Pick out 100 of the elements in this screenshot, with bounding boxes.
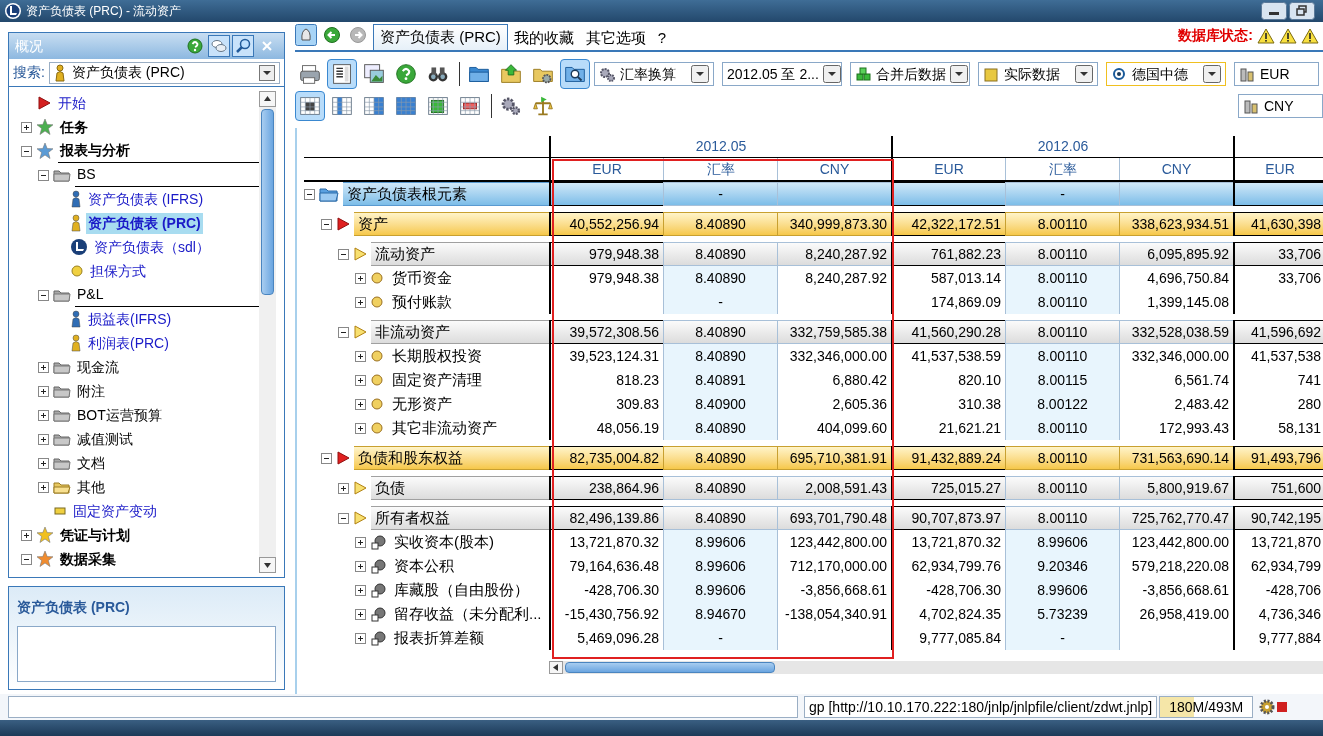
dropdown[interactable]: 合并后数据	[850, 62, 970, 86]
help-icon[interactable]	[184, 35, 206, 57]
tree-node[interactable]: BOT运营预算	[75, 404, 164, 426]
row-label[interactable]: 实收资本(股本)	[390, 530, 549, 554]
expand-icon[interactable]	[355, 272, 366, 284]
expand-icon[interactable]	[21, 121, 32, 133]
collapse-icon[interactable]	[321, 218, 332, 230]
collapse-icon[interactable]	[38, 289, 49, 301]
row-label[interactable]: 其它非流动资产	[388, 416, 549, 440]
tree-link[interactable]: 资产负债表 (IFRS)	[86, 188, 206, 210]
collapse-icon[interactable]	[321, 452, 332, 464]
tree-node[interactable]: 减值测试	[75, 428, 135, 450]
column-header[interactable]: EUR	[1233, 158, 1323, 180]
collapse-icon[interactable]	[338, 326, 349, 338]
row-label[interactable]: 无形资产	[388, 392, 549, 416]
expand-icon[interactable]	[355, 422, 366, 434]
search-icon[interactable]	[232, 35, 254, 57]
collapse-icon[interactable]	[304, 188, 315, 200]
column-header[interactable]: EUR	[891, 158, 1005, 180]
gear-icon[interactable]	[1259, 699, 1276, 715]
notes-field[interactable]	[17, 626, 276, 682]
scrollbar[interactable]	[259, 91, 276, 573]
expand-icon[interactable]	[355, 536, 366, 548]
tree-link[interactable]: 利润表(PRC)	[86, 332, 171, 354]
expand-icon[interactable]	[355, 350, 366, 362]
row-label[interactable]: 非流动资产	[371, 320, 549, 344]
row-label[interactable]: 负债和股东权益	[354, 446, 549, 470]
dropdown[interactable]: 汇率换算	[594, 62, 714, 86]
tree-link[interactable]: 担保方式	[88, 260, 148, 282]
tab[interactable]: 其它选项	[579, 26, 652, 50]
table-icon[interactable]	[295, 91, 325, 121]
tree-link[interactable]: 损益表(IFRS)	[86, 308, 174, 330]
row-label[interactable]: 预付账款	[388, 290, 549, 314]
dropdown[interactable]: EUR	[1234, 62, 1319, 86]
tree-node[interactable]: 凭证与计划	[58, 524, 132, 546]
column-header[interactable]: CNY	[1119, 158, 1233, 180]
expand-icon[interactable]	[38, 409, 49, 421]
dropdown[interactable]: 德国中德	[1106, 62, 1226, 86]
tab[interactable]: 资产负债表 (PRC)	[373, 24, 508, 50]
search-field[interactable]: 资产负债表 (PRC)	[48, 61, 280, 84]
tab[interactable]: 我的收藏	[507, 26, 580, 50]
row-label[interactable]: 资产负债表根元素	[343, 182, 549, 206]
column-header[interactable]: 汇率	[663, 158, 777, 180]
collapse-icon[interactable]	[21, 145, 32, 157]
row-label[interactable]: 固定资产清理	[388, 368, 549, 392]
folder-search-icon[interactable]	[560, 59, 590, 89]
dropdown[interactable]: 实际数据	[978, 62, 1098, 86]
dropdown[interactable]: 2012.05 至 2...	[722, 62, 842, 86]
row-label[interactable]: 资本公积	[390, 554, 549, 578]
row-label[interactable]: 长期股权投资	[388, 344, 549, 368]
collapse-icon[interactable]	[338, 248, 349, 260]
tree-node[interactable]: 数据采集	[58, 548, 118, 570]
memory-meter[interactable]: 180M/493M	[1159, 696, 1254, 718]
expand-icon[interactable]	[355, 584, 366, 596]
row-label[interactable]: 流动资产	[371, 242, 549, 266]
document-icon[interactable]	[327, 59, 357, 89]
tree-node[interactable]: 文档	[75, 452, 107, 474]
tree-node[interactable]: P&L	[75, 284, 106, 305]
warning-icon[interactable]	[1301, 27, 1319, 44]
collapse-icon[interactable]	[338, 512, 349, 524]
tree-node[interactable]: 附注	[75, 380, 107, 402]
tree-node[interactable]: BS	[75, 164, 98, 185]
expand-icon[interactable]	[355, 632, 366, 644]
expand-icon[interactable]	[38, 457, 49, 469]
column-header[interactable]: EUR	[549, 158, 663, 180]
scroll-down-icon[interactable]	[259, 557, 276, 573]
warning-icon[interactable]	[1257, 27, 1275, 44]
expand-icon[interactable]	[38, 433, 49, 445]
bell-icon[interactable]	[295, 24, 317, 46]
horizontal-scrollbar[interactable]	[549, 661, 1323, 674]
tree-node[interactable]: 现金流	[75, 356, 121, 378]
tree-node[interactable]: 其他	[75, 476, 107, 498]
tree-node[interactable]: 任务	[58, 116, 90, 138]
row-label[interactable]: 负债	[371, 476, 549, 500]
expand-icon[interactable]	[38, 361, 49, 373]
row-label[interactable]: 资产	[354, 212, 549, 236]
scroll-left-icon[interactable]	[549, 661, 563, 674]
scroll-up-icon[interactable]	[259, 91, 276, 107]
expand-icon[interactable]	[355, 296, 366, 308]
expand-icon[interactable]	[355, 398, 366, 410]
tree-link[interactable]: 资产负债表 (PRC)	[86, 212, 203, 234]
chat-bubbles-icon[interactable]	[208, 35, 230, 57]
column-header[interactable]: 汇率	[1005, 158, 1119, 180]
stop-icon[interactable]	[1277, 702, 1288, 712]
warning-icon[interactable]	[1279, 27, 1297, 44]
restore-icon[interactable]	[1289, 2, 1315, 20]
row-label[interactable]: 货币资金	[388, 266, 549, 290]
row-label[interactable]: 留存收益（未分配利...	[390, 602, 549, 626]
expand-icon[interactable]	[38, 385, 49, 397]
expand-icon[interactable]	[338, 482, 349, 494]
expand-icon[interactable]	[355, 374, 366, 386]
expand-icon[interactable]	[21, 529, 32, 541]
tree-link[interactable]: 固定资产变动	[71, 500, 159, 522]
tree-node[interactable]: 报表与分析	[58, 140, 132, 161]
row-label[interactable]: 所有者权益	[371, 506, 549, 530]
dropdown[interactable]: CNY	[1238, 94, 1323, 118]
expand-icon[interactable]	[355, 608, 366, 620]
minimize-icon[interactable]	[1261, 2, 1287, 20]
expand-icon[interactable]	[355, 560, 366, 572]
tree-link[interactable]: 开始	[56, 92, 88, 114]
